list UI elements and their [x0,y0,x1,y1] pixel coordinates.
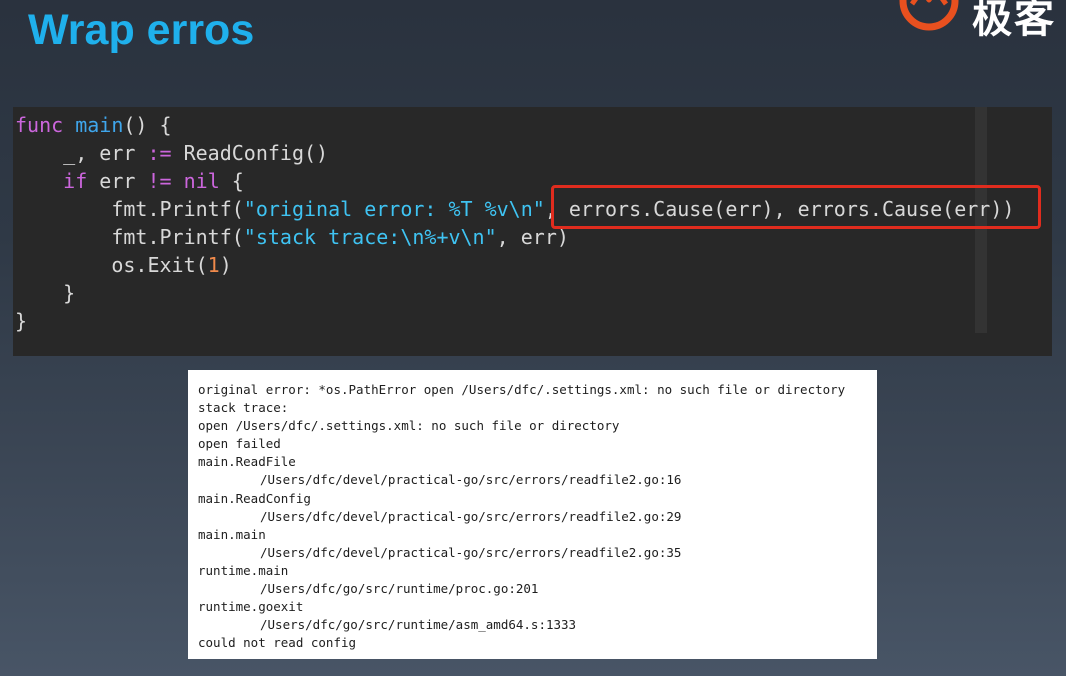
code-text-token: () { [123,113,172,137]
code-line-1: func main() { [15,111,1014,139]
nil-keyword-token: nil [183,169,220,193]
code-line-8: } [15,307,1014,335]
code-text-token: err [87,169,148,193]
output-line-indented: /Users/dfc/devel/practical-go/src/errors… [260,544,682,560]
output-line: main.main [198,526,266,542]
output-line: original error: *os.PathError open /User… [198,382,846,397]
brand-logo: 极客 [886,0,1066,40]
number-literal-token: 1 [207,253,220,277]
code-text-token: { [219,169,244,193]
indent-token [15,141,63,165]
function-name-token: main [75,113,124,137]
indent-token [15,225,111,249]
indent-token [15,281,63,305]
logo-text: 极客 [972,0,1056,40]
output-line: stack trace: [198,400,289,416]
output-line: could not read config [198,635,357,651]
terminal-output-panel: original error: *os.PathError open /User… [188,370,877,659]
keyword-token: func [15,113,64,137]
code-text-token: os.Exit( [111,253,208,277]
indent-token [15,197,111,221]
output-line: main.ReadFile [198,454,296,470]
code-text-token: ) [219,253,232,277]
output-line: open failed [198,436,281,452]
output-line: runtime.main [198,562,289,578]
string-literal-token: "stack trace:\n%+v\n" [243,225,497,249]
code-text-token: ReadConfig() [171,141,329,165]
output-line-indented: /Users/dfc/devel/practical-go/src/errors… [260,508,682,524]
indent-token [15,169,63,193]
string-literal-token: "original error: %T %v\n" [243,197,545,221]
output-line-indented: /Users/dfc/devel/practical-go/src/errors… [260,472,682,488]
code-line-6: os.Exit(1) [15,251,1014,279]
output-line-indented: /Users/dfc/go/src/runtime/proc.go:201 [260,581,539,597]
code-text-token: fmt.Printf( [111,225,244,249]
code-line-2: _, err := ReadConfig() [15,139,1014,167]
output-line: runtime.goexit [198,599,304,615]
geektime-logo-icon [899,0,959,31]
code-text-token: _, err [63,141,148,165]
operator-token: := [147,141,172,165]
output-line: open /Users/dfc/.settings.xml: no such f… [198,418,620,434]
indent-token [15,253,111,277]
operator-token: != [147,169,172,193]
terminal-output-text: original error: *os.PathError open /User… [198,381,845,652]
highlight-box [551,185,1041,229]
code-line-7: } [15,279,1014,307]
code-text-token: fmt.Printf( [111,197,244,221]
code-editor-panel: func main() { _, err := ReadConfig() if … [13,107,1052,356]
code-text-token: } [63,281,76,305]
slide-title: Wrap erros [28,6,255,54]
code-text-token: } [15,309,28,333]
keyword-token: if [63,169,88,193]
output-line-indented: /Users/dfc/go/src/runtime/asm_amd64.s:13… [260,617,577,633]
output-line: main.ReadConfig [198,490,311,506]
